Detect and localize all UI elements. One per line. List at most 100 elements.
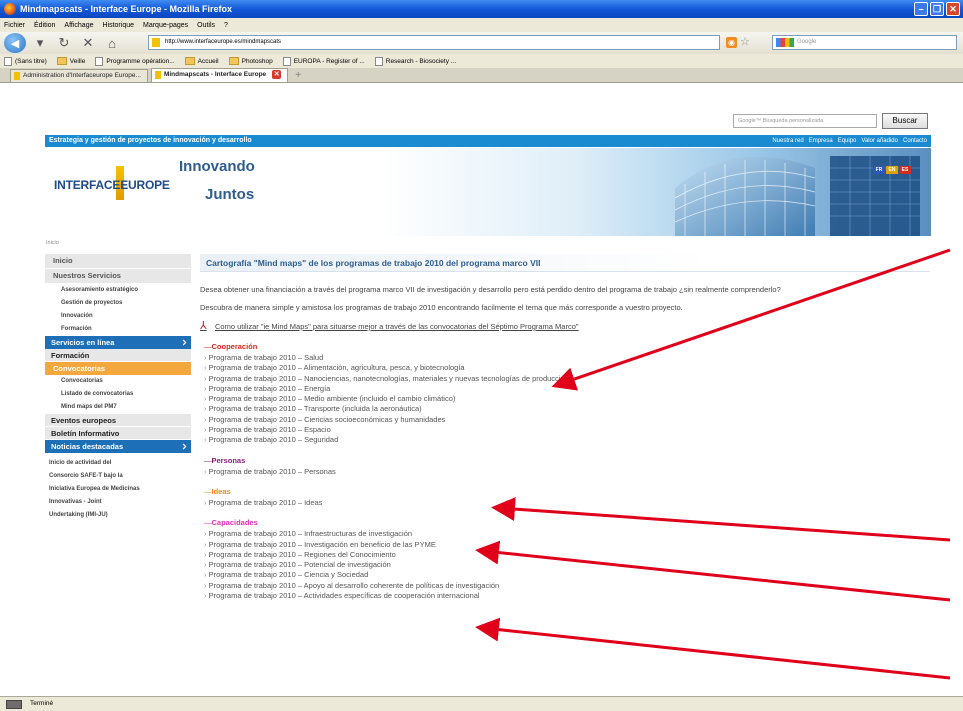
folder-icon <box>184 57 195 65</box>
sidebar-sub-formacion[interactable]: Formación <box>45 323 191 336</box>
program-link[interactable]: Programa de trabajo 2010 – Nanociencias,… <box>200 374 930 384</box>
program-link[interactable]: Programa de trabajo 2010 – Alimentación,… <box>200 363 930 373</box>
chevron-icon <box>180 339 187 346</box>
breadcrumb[interactable]: Inicio <box>46 240 59 246</box>
bookmark-photoshop[interactable]: Photoshop <box>228 57 273 65</box>
program-link[interactable]: Programa de trabajo 2010 – Ciencias soci… <box>200 415 930 425</box>
chevron-icon <box>180 443 187 450</box>
stop-icon[interactable]: ✕ <box>78 34 98 52</box>
menu-affichage[interactable]: Affichage <box>64 22 93 29</box>
close-tab-icon[interactable]: ✕ <box>272 70 282 79</box>
building-image <box>674 156 920 236</box>
bookmark-label: (Sans titre) <box>15 57 47 65</box>
reload-icon[interactable]: ↻ <box>54 34 74 52</box>
topnav-valor-anadido[interactable]: Valor añadido <box>861 135 898 147</box>
sidebar-item-servicios-en-linea[interactable]: Servicios en línea <box>45 336 191 349</box>
section-title: Personas <box>200 456 930 466</box>
program-link[interactable]: Programa de trabajo 2010 – Energía <box>200 384 930 394</box>
folder-icon <box>228 57 239 65</box>
sidebar-item-inicio[interactable]: Inicio <box>45 254 191 269</box>
program-link[interactable]: Programa de trabajo 2010 – Salud <box>200 353 930 363</box>
program-link[interactable]: Programa de trabajo 2010 – Transporte (i… <box>200 404 930 414</box>
sidebar-sub-gestion[interactable]: Gestión de proyectos <box>45 297 191 310</box>
tab-mindmapscats[interactable]: Mindmapscats - Interface Europe ✕ <box>150 68 289 82</box>
sidebar-item-eventos[interactable]: Eventos europeos <box>45 414 191 427</box>
topnav-equipo[interactable]: Equipo <box>838 135 857 147</box>
tagline: Estrategia y gestión de proyectos de inn… <box>49 137 252 144</box>
program-link[interactable]: Programa de trabajo 2010 – Espacio <box>200 425 930 435</box>
site-logo[interactable]: INTERFACEEUROPE <box>54 178 170 192</box>
program-link[interactable]: Programa de trabajo 2010 – Apoyo al desa… <box>200 581 930 591</box>
lang-es-button[interactable]: ES <box>899 166 911 174</box>
page-icon <box>4 56 12 66</box>
browser-search-placeholder: Google <box>797 39 817 45</box>
site-header: INTERFACEEUROPE Innovando Juntos FR EN E… <box>45 148 931 236</box>
bookmark-veille[interactable]: Veille <box>56 57 85 65</box>
bookmark-europa[interactable]: EUROPA - Register of ... <box>282 56 365 66</box>
news-item[interactable]: Inicio de actividad del Consorcio SAFE-T… <box>45 453 191 522</box>
rss-icon[interactable]: ◉ <box>726 37 737 48</box>
program-link[interactable]: Programa de trabajo 2010 – Actividades e… <box>200 591 930 601</box>
sidebar-sub-innovacion[interactable]: Innovación <box>45 310 191 323</box>
program-link[interactable]: Programa de trabajo 2010 – Infraestructu… <box>200 529 930 539</box>
page-icon <box>282 56 291 66</box>
program-link[interactable]: Programa de trabajo 2010 – Potencial de … <box>200 560 930 570</box>
menu-marque-pages[interactable]: Marque-pages <box>143 22 188 29</box>
tab-administration[interactable]: Administration d'Interfaceurope Europe..… <box>10 69 148 82</box>
program-link[interactable]: Programa de trabajo 2010 – Investigación… <box>200 540 930 550</box>
pdf-guide-link[interactable]: ⅄ Como utilizar "ie Mind Maps" para situ… <box>200 321 930 332</box>
news-line: Consorcio SAFE-T bajo la <box>49 473 123 479</box>
sidebar-item-boletin[interactable]: Boletín Informativo <box>45 427 191 440</box>
sidebar-item-servicios[interactable]: Nuestros Servicios <box>45 269 191 284</box>
bookmark-programme[interactable]: Programme opération... <box>95 56 175 66</box>
topnav-nuestra-red[interactable]: Nuestra red <box>772 135 803 147</box>
menu-edition[interactable]: Édition <box>34 22 55 29</box>
lang-fr-button[interactable]: FR <box>873 166 885 174</box>
minimize-button[interactable]: – <box>914 2 928 16</box>
menu-help[interactable]: ? <box>224 22 228 29</box>
news-line: Undertaking (IMI-JU) <box>49 512 108 518</box>
program-link[interactable]: Programa de trabajo 2010 – Regiones del … <box>200 550 930 560</box>
menu-outils[interactable]: Outils <box>197 22 215 29</box>
home-icon[interactable]: ⌂ <box>102 34 122 52</box>
program-link[interactable]: Programa de trabajo 2010 – Ciencia y Soc… <box>200 570 930 580</box>
new-tab-button[interactable]: + <box>291 69 301 82</box>
close-window-button[interactable]: ✕ <box>946 2 960 16</box>
program-link[interactable]: Programa de trabajo 2010 – Seguridad <box>200 435 930 445</box>
bookmark-label: Research - Biosociety ... <box>385 57 457 65</box>
back-button[interactable]: ◀ <box>4 33 26 53</box>
slogan-line1: Innovando <box>179 158 255 175</box>
restore-button[interactable]: ❐ <box>930 2 944 16</box>
menu-fichier[interactable]: Fichier <box>4 22 25 29</box>
program-link[interactable]: Programa de trabajo 2010 – Medio ambient… <box>200 394 930 404</box>
topnav-contacto[interactable]: Contacto <box>903 135 927 147</box>
site-search-input[interactable]: Google™ Búsqueda personalizada <box>733 114 877 128</box>
program-list: Programa de trabajo 2010 – Salud Program… <box>200 353 930 446</box>
sidebar-item-convocatorias[interactable]: Convocatorias <box>45 362 191 375</box>
bookmark-accueil[interactable]: Accueil <box>184 57 219 65</box>
forward-dropdown-icon[interactable]: ▾ <box>30 34 50 52</box>
sidebar-sub-listado[interactable]: Listado de convocatorias <box>45 388 191 401</box>
lang-en-button[interactable]: EN <box>886 166 898 174</box>
top-navigation: Nuestra red Empresa Equipo Valor añadido… <box>772 135 927 147</box>
bookmark-label: Photoshop <box>241 57 273 65</box>
sidebar-sub-mind-maps[interactable]: Mind maps del PM7 <box>45 401 191 414</box>
bookmark-sans-titre[interactable]: (Sans titre) <box>4 56 47 66</box>
sidebar-sub-convocatorias[interactable]: Convocatorias <box>45 375 191 388</box>
pdf-link-text: Como utilizar "ie Mind Maps" para situar… <box>215 322 579 331</box>
sidebar-item-noticias[interactable]: Noticias destacadas <box>45 440 191 453</box>
menu-historique[interactable]: Historique <box>102 22 134 29</box>
bookmark-research[interactable]: Research - Biosociety ... <box>374 56 457 66</box>
program-link[interactable]: Programa de trabajo 2010 – Personas <box>200 467 930 477</box>
sidebar-label: Noticias destacadas <box>51 442 124 451</box>
url-bar[interactable]: http://www.interfaceurope.es/mindmapscat… <box>148 35 720 50</box>
topnav-empresa[interactable]: Empresa <box>809 135 833 147</box>
buscar-button[interactable]: Buscar <box>882 113 928 129</box>
browser-search-input[interactable]: Google <box>772 35 957 50</box>
section-capacidades: Capacidades Programa de trabajo 2010 – I… <box>200 518 930 601</box>
bookmark-star-icon[interactable]: ☆ <box>740 35 750 48</box>
program-link[interactable]: Programa de trabajo 2010 – Ideas <box>200 498 930 508</box>
sidebar-item-formacion[interactable]: Formación <box>45 349 191 362</box>
window-titlebar: Mindmapscats - Interface Europe - Mozill… <box>0 0 963 18</box>
sidebar-sub-asesoramiento[interactable]: Asesoramiento estratégico <box>45 284 191 297</box>
